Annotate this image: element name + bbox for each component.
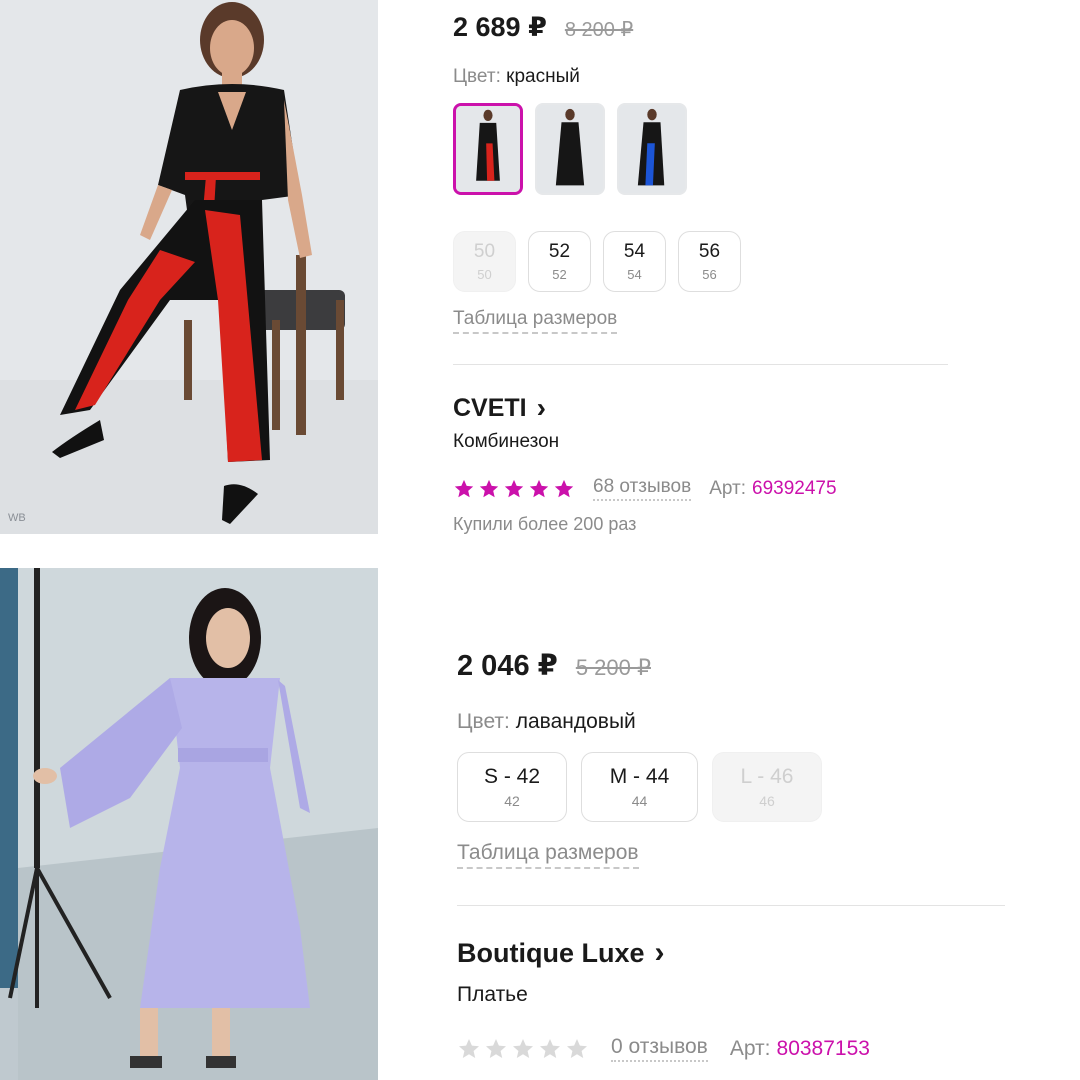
size-chip[interactable]: M - 44 44 [581,752,698,822]
star-icon [479,479,499,497]
color-swatches [453,103,687,195]
product1-photo[interactable]: WB [0,0,378,534]
star-icon [486,1038,506,1058]
brand-name: CVETI [453,393,527,422]
divider [457,905,1005,906]
color-value: лавандовый [515,710,636,733]
size-label: 54 [623,241,646,262]
size-chip[interactable]: 50 50 [453,231,516,292]
size-chip[interactable]: 54 54 [603,231,666,292]
size-label: 50 [473,241,496,262]
price: 2 689 ₽ [453,12,547,42]
size-sublabel: 42 [504,793,520,809]
product2-photo[interactable] [0,568,378,1080]
size-selector: 50 50 52 52 54 54 56 56 [453,231,741,292]
size-chip[interactable]: 56 56 [678,231,741,292]
size-table-link[interactable]: Таблица размеров [457,841,639,869]
article-number[interactable]: 69392475 [752,478,837,500]
chevron-right-icon: › [654,936,665,969]
brand-link[interactable]: Boutique Luxe › [457,936,665,970]
old-price: 8 200 ₽ [564,19,634,41]
purchase-count: Купили более 200 раз [453,514,637,534]
rating-stars [453,478,575,500]
size-selector: S - 42 42 M - 44 44 L - 46 46 [457,752,822,822]
color-label: Цвет: [453,66,501,87]
color-label: Цвет: [457,710,510,733]
star-icon [554,479,574,497]
old-price: 5 200 ₽ [575,655,651,680]
rating-row: 68 отзывов Арт: 69392475 [453,476,837,501]
color-swatch-black[interactable] [535,103,605,195]
size-table-link[interactable]: Таблица размеров [453,308,618,334]
size-label: L - 46 [740,765,794,788]
price-row: 2 046 ₽ 5 200 ₽ [457,648,651,683]
size-sublabel: 44 [631,793,648,809]
size-chip[interactable]: S - 42 42 [457,752,567,822]
size-label: M - 44 [609,765,670,788]
size-label: S - 42 [483,765,541,788]
size-sublabel: 50 [477,267,492,282]
color-row: Цвет: красный [453,66,580,88]
photo-watermark: WB [8,512,26,524]
size-sublabel: 46 [759,793,775,809]
color-value: красный [506,66,580,87]
star-icon [454,479,474,497]
reviews-link[interactable]: 0 отзывов [611,1035,708,1062]
size-sublabel: 54 [627,267,642,282]
color-row: Цвет: лавандовый [457,710,636,734]
star-icon [529,479,549,497]
product1-details: 2 689 ₽ 8 200 ₽ Цвет: красный 50 50 52 5… [453,0,953,540]
price: 2 046 ₽ [457,650,558,682]
rating-row: 0 отзывов Арт: 80387153 [457,1035,870,1062]
star-icon [459,1038,479,1058]
chevron-right-icon: › [536,392,546,423]
product-type: Комбинезон [453,431,560,452]
size-sublabel: 52 [552,267,567,282]
size-chip[interactable]: 52 52 [528,231,591,292]
product-type: Платье [457,983,528,1006]
rating-stars [457,1037,589,1061]
color-swatch-red[interactable] [453,103,523,195]
star-icon [540,1038,560,1058]
reviews-link[interactable]: 68 отзывов [593,476,692,501]
star-icon [504,479,524,497]
article-label: Арт: [729,1036,771,1060]
color-swatch-blue[interactable] [617,103,687,195]
product2-details: 2 046 ₽ 5 200 ₽ Цвет: лавандовый S - 42 … [457,640,1017,1080]
article-label: Арт: [709,477,746,499]
brand-link[interactable]: CVETI › [453,392,546,424]
size-label: 56 [698,241,721,262]
price-row: 2 689 ₽ 8 200 ₽ [453,12,633,43]
star-icon [567,1038,587,1058]
size-sublabel: 56 [702,267,717,282]
size-chip[interactable]: L - 46 46 [712,752,822,822]
size-label: 52 [548,241,571,262]
brand-name: Boutique Luxe [457,937,645,968]
star-icon [513,1038,533,1058]
divider [453,364,948,365]
article-number[interactable]: 80387153 [777,1037,870,1061]
